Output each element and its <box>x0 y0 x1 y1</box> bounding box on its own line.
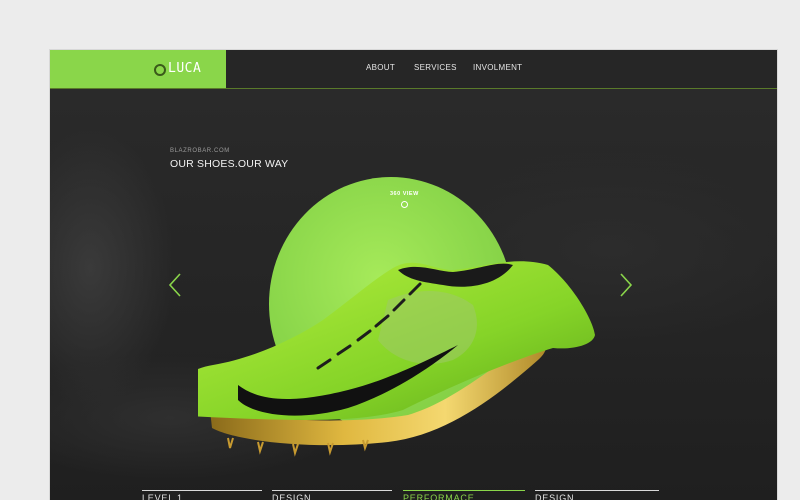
main-nav: ABOUT SERVICES INVOLMENT <box>50 63 777 77</box>
hero-headline: OUR SHOES.OUR WAY <box>170 158 289 170</box>
app-window: LUCA ABOUT SERVICES INVOLMENT BLAZROBAR.… <box>50 50 777 500</box>
tab-level-1[interactable]: LEVEL 1 <box>142 490 262 500</box>
view-360-icon[interactable] <box>401 201 408 208</box>
view-360-label: 360 VIEW <box>390 191 419 197</box>
chevron-left-icon[interactable] <box>168 272 182 298</box>
site-url: BLAZROBAR.COM <box>170 148 230 154</box>
tab-performance[interactable]: PERFORMACE <box>403 490 525 500</box>
tab-design[interactable]: DESIGN <box>272 490 392 500</box>
tab-design-2[interactable]: DESIGN <box>535 490 659 500</box>
header: LUCA ABOUT SERVICES INVOLMENT <box>50 50 777 89</box>
nav-item-involvement[interactable]: INVOLMENT <box>473 63 522 72</box>
nav-item-about[interactable]: ABOUT <box>366 63 395 72</box>
feature-tabs: LEVEL 1 DESIGN PERFORMACE DESIGN <box>50 490 777 500</box>
nav-item-services[interactable]: SERVICES <box>414 63 457 72</box>
chevron-right-icon[interactable] <box>619 272 633 298</box>
product-shoe-image <box>198 261 595 457</box>
